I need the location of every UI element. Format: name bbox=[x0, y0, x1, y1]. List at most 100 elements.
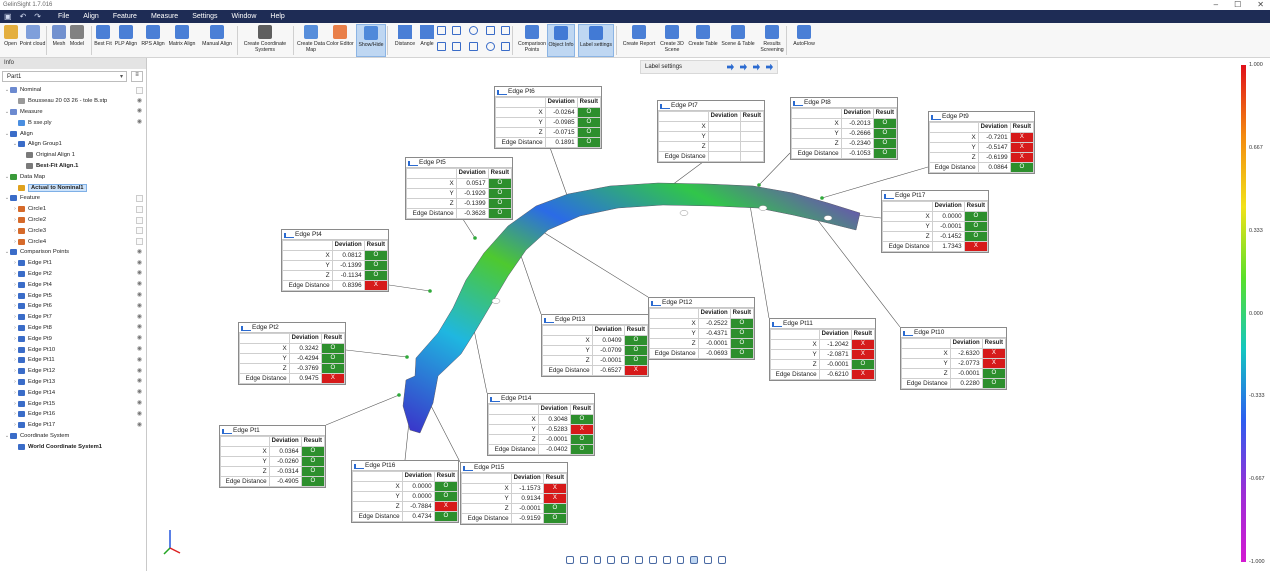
comparison-point-marker[interactable] bbox=[757, 183, 761, 187]
ribbon-button-scene-table[interactable]: Scene & Table bbox=[718, 24, 758, 57]
undo-icon[interactable]: ↶ bbox=[20, 12, 27, 21]
menu-align[interactable]: Align bbox=[76, 13, 106, 20]
eye-icon[interactable]: ◉ bbox=[136, 324, 143, 331]
ellipse-icon[interactable] bbox=[501, 26, 510, 35]
eye-icon[interactable]: ◉ bbox=[136, 346, 143, 353]
tree-item[interactable]: Original Align 1 bbox=[0, 150, 147, 161]
ribbon-button-plp-align[interactable]: PLP Align bbox=[114, 24, 138, 57]
label-edge-pt16[interactable]: Edge Pt16 Deviation Result X 0.0000 O Y 0.0000 O… bbox=[351, 460, 459, 523]
tree-item[interactable]: › Edge Pt5 ◉ bbox=[0, 290, 147, 301]
view-top-icon[interactable] bbox=[621, 556, 630, 564]
part-selector[interactable]: Part1 ▾ bbox=[2, 71, 127, 82]
eye-icon[interactable]: ◉ bbox=[136, 281, 143, 288]
eye-icon[interactable]: ◉ bbox=[136, 368, 143, 375]
panel-menu-icon[interactable]: ≡ bbox=[131, 71, 143, 82]
menu-file[interactable]: File bbox=[51, 13, 76, 20]
slot-icon[interactable] bbox=[486, 26, 495, 35]
eye-icon[interactable]: ◉ bbox=[136, 108, 143, 115]
ribbon-button-distance[interactable]: Distance bbox=[393, 24, 417, 57]
tree-item[interactable]: › Edge Pt2 ◉ bbox=[0, 269, 147, 280]
select-box-icon[interactable] bbox=[690, 556, 699, 564]
tree-item[interactable]: › Circle2 bbox=[0, 215, 147, 226]
tree-item[interactable]: ⌄ Measure ◉ bbox=[0, 107, 147, 118]
eye-icon[interactable]: ◉ bbox=[136, 249, 143, 256]
select-icon[interactable] bbox=[676, 556, 685, 564]
tree-item[interactable]: › Edge Pt7 ◉ bbox=[0, 312, 147, 323]
cylinder-icon[interactable] bbox=[452, 42, 461, 51]
label-edge-pt6[interactable]: Edge Pt6 Deviation Result X -0.0264 O Y -0.0985… bbox=[494, 86, 602, 149]
tree-item[interactable]: World Coordinate System1 bbox=[0, 441, 147, 452]
measure-tool-icon[interactable] bbox=[718, 556, 726, 564]
ribbon-button-show-hide[interactable]: Show/Hide bbox=[356, 24, 386, 57]
ribbon-button-manual-align[interactable]: Manual Align bbox=[199, 24, 235, 57]
eye-icon[interactable]: ◉ bbox=[136, 98, 143, 105]
visibility-checkbox[interactable] bbox=[136, 194, 143, 202]
ribbon-button-open[interactable]: Open bbox=[2, 24, 19, 57]
visibility-checkbox[interactable] bbox=[136, 205, 143, 213]
zoom-icon[interactable] bbox=[593, 556, 602, 564]
tree-item[interactable]: › Edge Pt11 ◉ bbox=[0, 355, 147, 366]
point-icon[interactable] bbox=[437, 26, 446, 35]
delete-icon[interactable] bbox=[662, 556, 671, 564]
label-edge-pt12[interactable]: Edge Pt12 Deviation Result X -0.2522 O Y -0.437… bbox=[648, 297, 755, 360]
eye-icon[interactable]: ◉ bbox=[136, 422, 143, 429]
tree-item[interactable]: ⌄ Coordinate System bbox=[0, 431, 147, 442]
menu-settings[interactable]: Settings bbox=[185, 13, 224, 20]
tree-item[interactable]: › Edge Pt9 ◉ bbox=[0, 333, 147, 344]
tree-item[interactable]: › Edge Pt17 ◉ bbox=[0, 420, 147, 431]
ribbon-button-create-3d-scene[interactable]: Create 3D Scene bbox=[659, 24, 685, 57]
visibility-checkbox[interactable] bbox=[136, 227, 143, 235]
label-edge-pt17[interactable]: Edge Pt17 Deviation Result X 0.0000 O Y -0.0001… bbox=[881, 190, 989, 253]
comparison-point-marker[interactable] bbox=[405, 355, 409, 359]
ribbon-button-best-fit[interactable]: Best Fit bbox=[93, 24, 113, 57]
tree-item[interactable]: › Edge Pt4 ◉ bbox=[0, 279, 147, 290]
tree-item[interactable]: › Edge Pt6 ◉ bbox=[0, 301, 147, 312]
minimize-icon[interactable]: – bbox=[1214, 0, 1218, 9]
lasso-icon[interactable] bbox=[704, 556, 713, 564]
ribbon-button-create-data-map[interactable]: Create Data Map bbox=[296, 24, 326, 57]
rectangle-icon[interactable] bbox=[437, 42, 446, 51]
ribbon-button-create-coordinate-systems[interactable]: Create Coordinate Systems bbox=[240, 24, 290, 57]
label-align-left-icon[interactable] bbox=[727, 63, 734, 71]
label-edge-pt10[interactable]: Edge Pt10 Deviation Result X -2.6320 X Y -2.077… bbox=[900, 327, 1007, 390]
measured-part[interactable] bbox=[402, 182, 861, 434]
visibility-checkbox[interactable] bbox=[136, 238, 143, 246]
fit-view-icon[interactable] bbox=[566, 556, 574, 564]
tree-item[interactable]: › Edge Pt15 ◉ bbox=[0, 398, 147, 409]
3d-viewport[interactable]: Label settings Edge Pt1 Deviation Result X 0… bbox=[148, 58, 1240, 571]
view-front-icon[interactable] bbox=[607, 556, 616, 564]
tree-item[interactable]: › Edge Pt8 ◉ bbox=[0, 323, 147, 334]
line-icon[interactable] bbox=[452, 26, 461, 35]
label-edge-pt9[interactable]: Edge Pt9 Deviation Result X -0.7201 X Y -0.5147… bbox=[928, 111, 1035, 174]
comparison-point-marker[interactable] bbox=[820, 196, 824, 200]
label-edge-pt13[interactable]: Edge Pt13 Deviation Result X 0.0409 O Y -0.0709… bbox=[541, 314, 649, 377]
tree-item[interactable]: › Edge Pt14 ◉ bbox=[0, 387, 147, 398]
label-edge-pt8[interactable]: Edge Pt8 Deviation Result X -0.2013 O Y -0.2666… bbox=[790, 97, 898, 160]
menu-measure[interactable]: Measure bbox=[144, 13, 185, 20]
cone-icon[interactable] bbox=[469, 42, 478, 51]
label-edge-pt11[interactable]: Edge Pt11 Deviation Result X -1.2042 X Y -2.087… bbox=[769, 318, 876, 381]
ribbon-button-label-settings[interactable]: Label settings bbox=[578, 24, 614, 57]
label-edge-pt4[interactable]: Edge Pt4 Deviation Result X 0.0812 O Y -0.1399 O… bbox=[281, 229, 389, 292]
close-icon[interactable]: ✕ bbox=[1257, 0, 1264, 9]
tree-item[interactable]: ⌄ Comparison Points ◉ bbox=[0, 247, 147, 258]
ribbon-button-autoflow[interactable]: AutoFlow bbox=[790, 24, 818, 57]
label-align-right-icon[interactable] bbox=[753, 63, 760, 71]
maximize-icon[interactable]: ☐ bbox=[1234, 0, 1241, 9]
tree-item[interactable]: › Edge Pt16 ◉ bbox=[0, 409, 147, 420]
ribbon-button-create-report[interactable]: Create Report bbox=[620, 24, 658, 57]
ribbon-button-color-editor[interactable]: Color Editor bbox=[325, 24, 355, 57]
eye-icon[interactable]: ◉ bbox=[136, 314, 143, 321]
eye-icon[interactable]: ◉ bbox=[136, 270, 143, 277]
tree-item[interactable]: ⌄ Nominal bbox=[0, 85, 147, 96]
view-iso-icon[interactable] bbox=[648, 556, 657, 564]
visibility-checkbox[interactable] bbox=[136, 87, 143, 94]
eye-icon[interactable]: ◉ bbox=[136, 389, 143, 396]
tree-item[interactable]: Best-Fit Align.1 bbox=[0, 161, 147, 172]
ribbon-button-rps-align[interactable]: RPS Align bbox=[140, 24, 166, 57]
plane-icon[interactable] bbox=[501, 42, 510, 51]
label-edge-pt5[interactable]: Edge Pt5 Deviation Result X 0.0517 O Y -0.1929 O… bbox=[405, 157, 513, 220]
label-edge-pt1[interactable]: Edge Pt1 Deviation Result X 0.0364 O Y -0.0260 O… bbox=[219, 425, 326, 488]
ribbon-button-create-table[interactable]: Create Table bbox=[686, 24, 720, 57]
label-edge-pt14[interactable]: Edge Pt14 Deviation Result X 0.3048 O Y -0.5283… bbox=[487, 393, 595, 456]
